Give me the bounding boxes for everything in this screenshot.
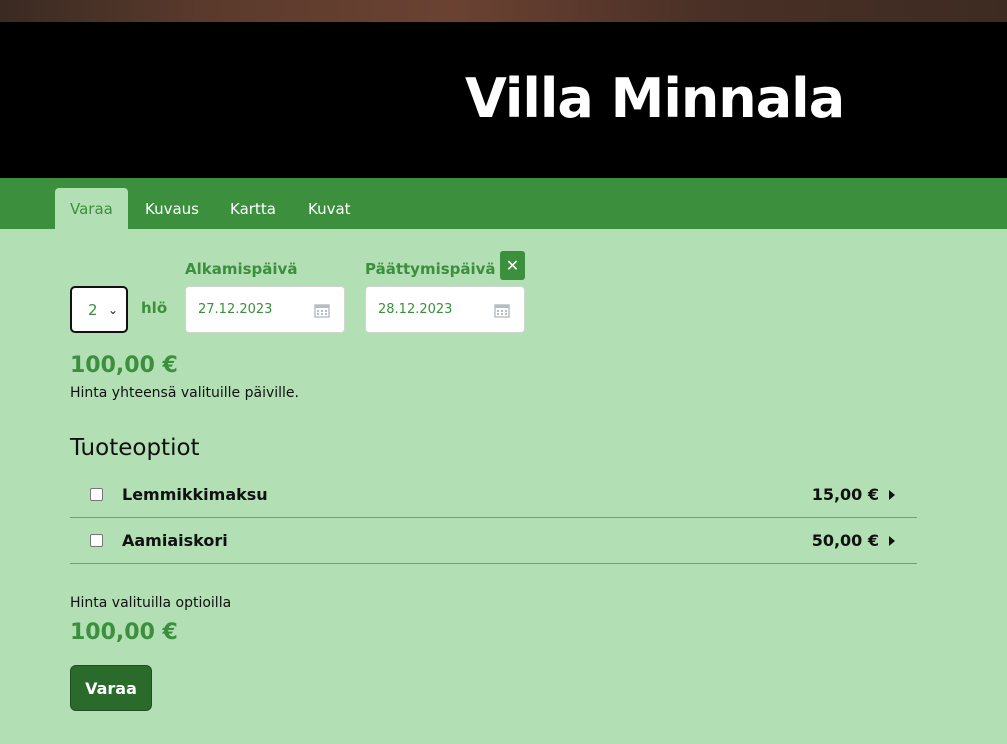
option-row-aamiaiskori[interactable]: Aamiaiskori 50,00 €	[70, 518, 917, 564]
option-price: 50,00 €	[811, 531, 879, 550]
option-checkbox[interactable]	[90, 488, 103, 501]
option-checkbox[interactable]	[90, 534, 103, 547]
tab-kuvaus[interactable]: Kuvaus	[130, 188, 214, 229]
calendar-icon	[494, 304, 510, 318]
price-note: Hinta yhteensä valituille päiville.	[70, 385, 299, 401]
option-row-lemmikkimaksu[interactable]: Lemmikkimaksu 15,00 €	[70, 472, 917, 518]
start-date-value: 27.12.2023	[198, 302, 273, 317]
options-sum-price: 100,00 €	[70, 620, 178, 645]
tab-kartta[interactable]: Kartta	[215, 188, 291, 229]
persons-unit-label: hlö	[141, 299, 168, 317]
site-header: Villa Minnala	[0, 22, 1007, 178]
persons-select[interactable]: 2 ⌄	[70, 286, 128, 333]
caret-right-icon[interactable]	[889, 489, 895, 500]
close-icon: ✕	[505, 256, 520, 275]
chevron-down-icon: ⌄	[107, 303, 118, 317]
option-name: Lemmikkimaksu	[122, 485, 268, 504]
caret-right-icon[interactable]	[889, 535, 895, 546]
nav-bar: Varaa Kuvaus Kartta Kuvat	[0, 178, 1007, 229]
option-name: Aamiaiskori	[122, 531, 228, 550]
book-button[interactable]: Varaa	[70, 665, 152, 711]
site-title: Villa Minnala	[465, 67, 845, 130]
total-price: 100,00 €	[70, 353, 178, 378]
options-list: Lemmikkimaksu 15,00 € Aamiaiskori 50,00 …	[70, 472, 917, 564]
tab-varaa[interactable]: Varaa	[55, 188, 128, 229]
calendar-icon	[314, 304, 330, 318]
clear-dates-button[interactable]: ✕	[500, 251, 525, 280]
header-banner-image	[0, 0, 1007, 22]
end-date-value: 28.12.2023	[378, 302, 453, 317]
persons-value: 2	[88, 300, 98, 319]
option-price: 15,00 €	[811, 485, 879, 504]
end-date-label: Päättymispäivä	[365, 260, 496, 278]
options-title: Tuoteoptiot	[70, 435, 200, 461]
options-sum-label: Hinta valituilla optioilla	[70, 595, 232, 611]
start-date-label: Alkamispäivä	[185, 260, 298, 278]
start-date-input[interactable]: 27.12.2023	[185, 286, 345, 333]
booking-panel: 2 ⌄ hlö Alkamispäivä 27.12.2023 Päättymi…	[0, 229, 1007, 744]
end-date-input[interactable]: 28.12.2023	[365, 286, 525, 333]
tab-kuvat[interactable]: Kuvat	[293, 188, 366, 229]
